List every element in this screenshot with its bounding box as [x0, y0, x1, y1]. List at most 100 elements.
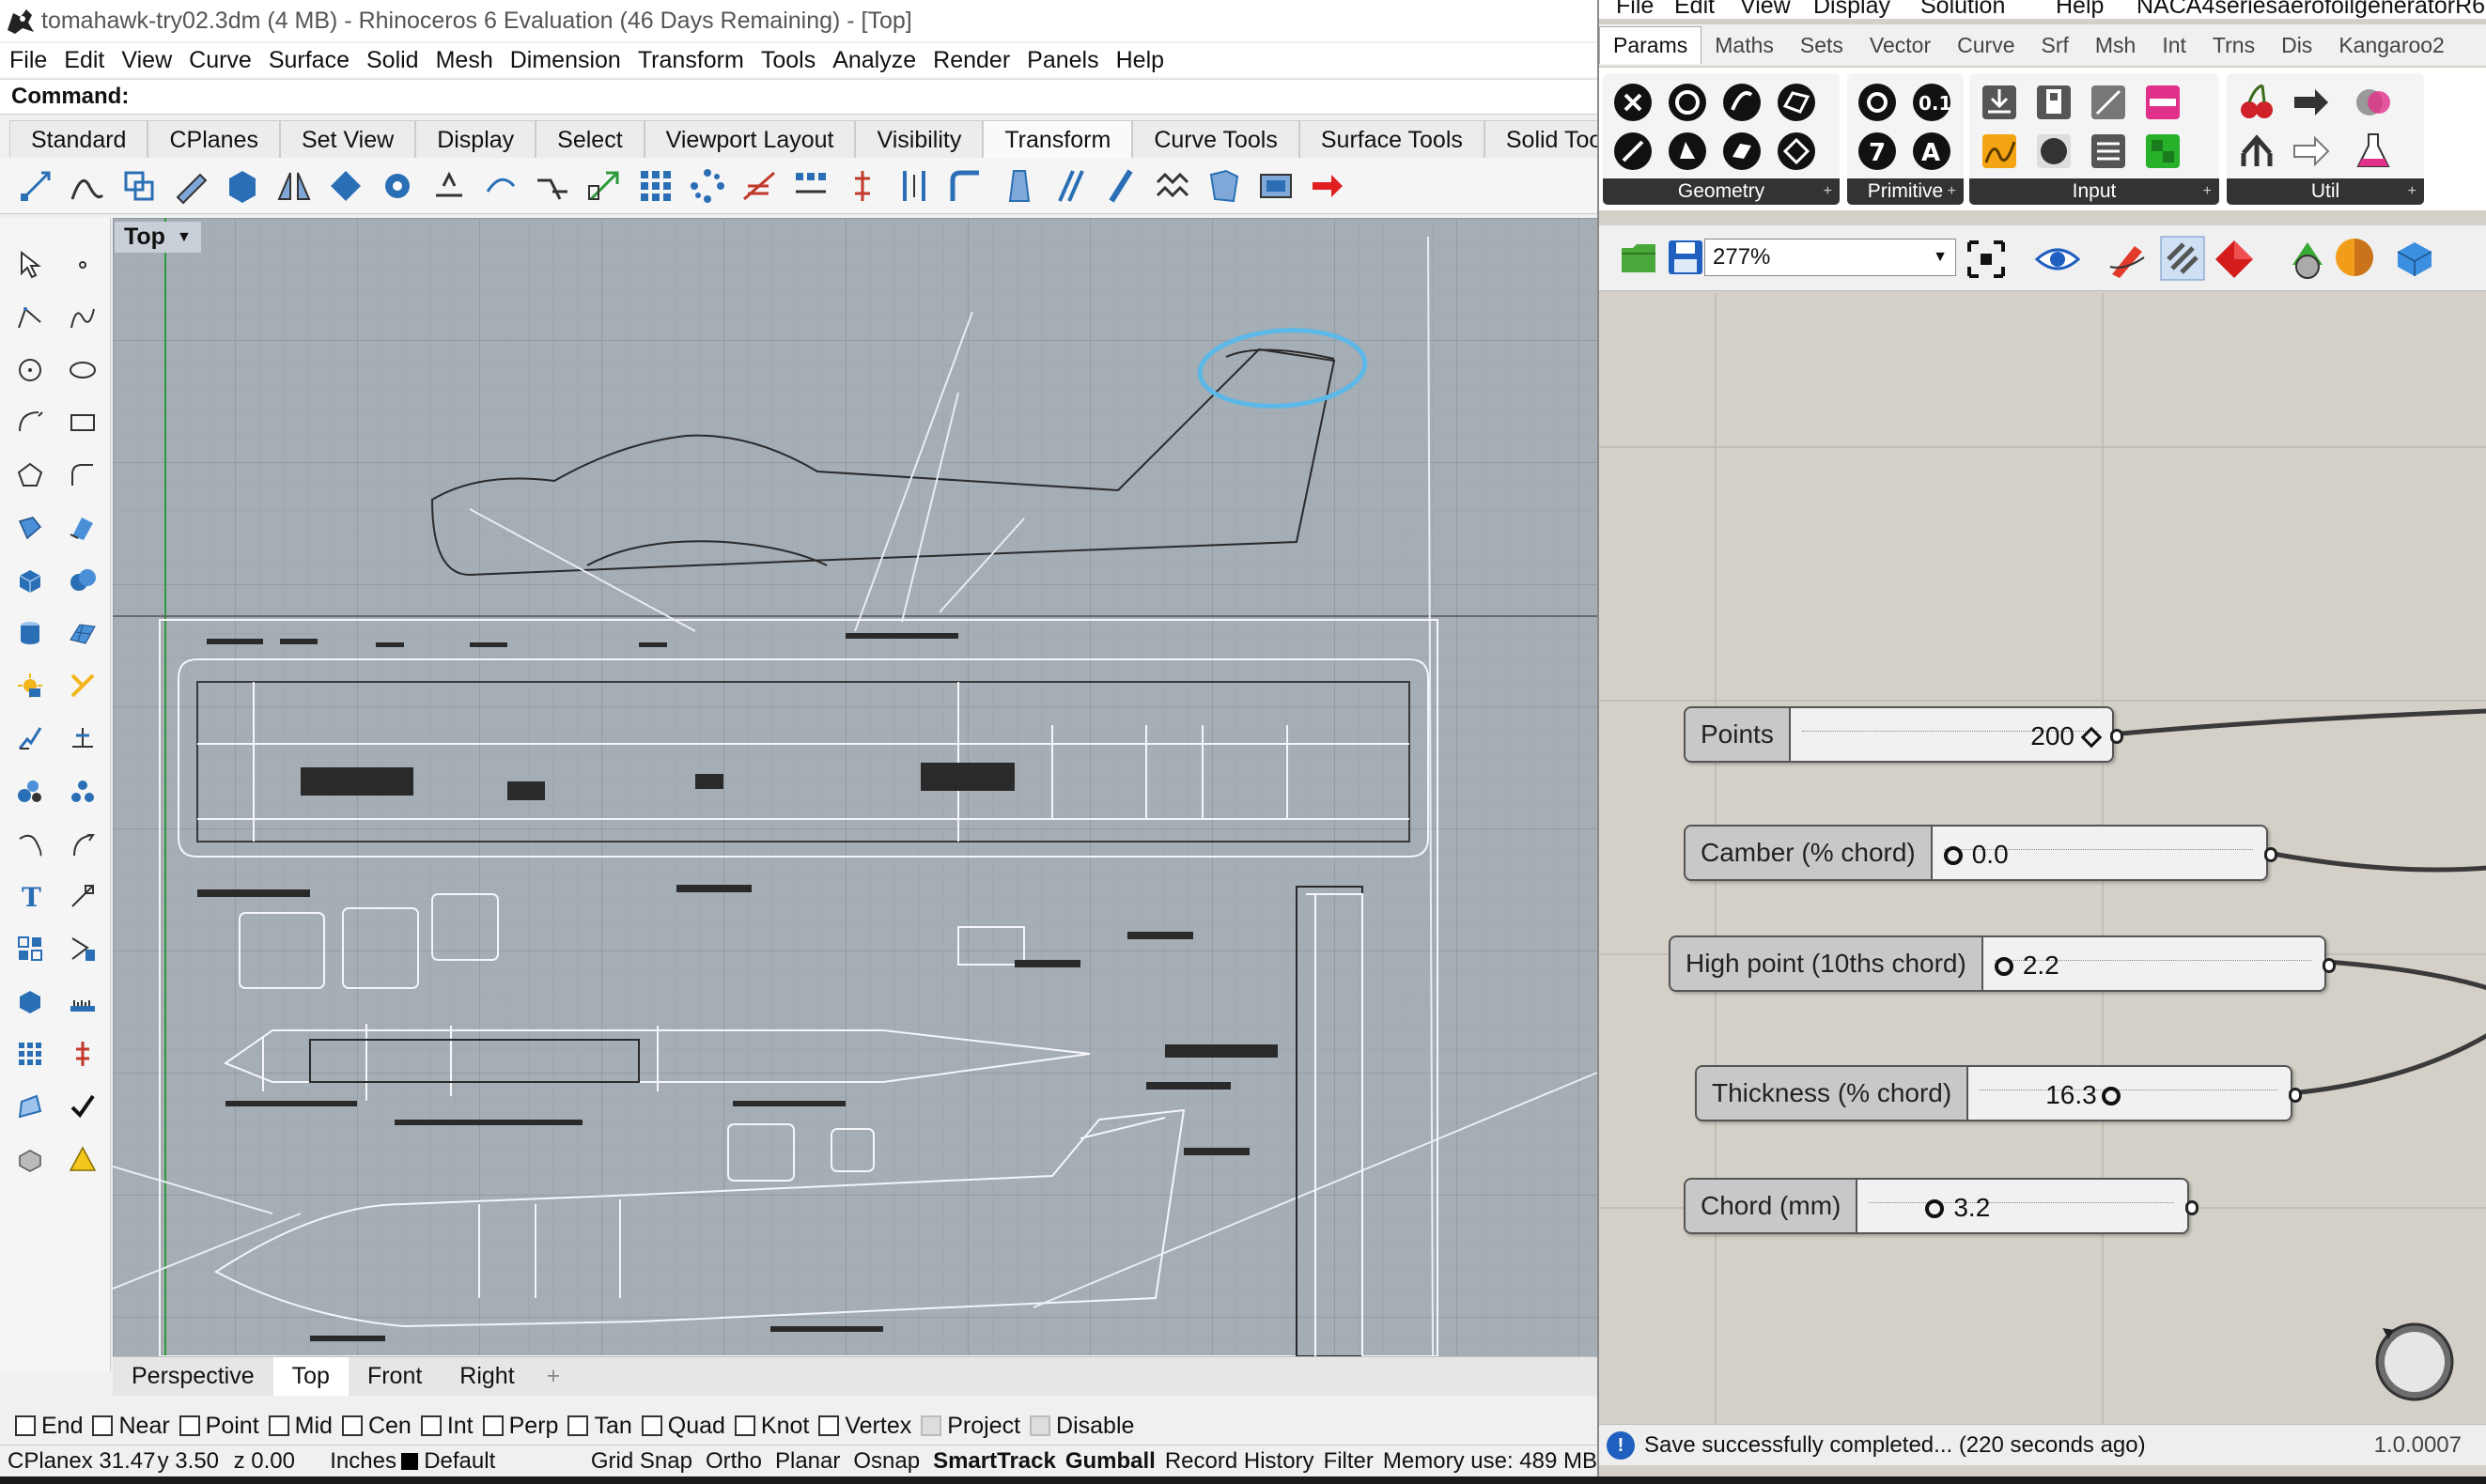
gh-menu-display[interactable]: Display	[1813, 0, 1890, 19]
render-light-icon[interactable]	[4, 659, 56, 712]
gh-menu-file[interactable]: File	[1616, 0, 1654, 19]
array-linear-icon[interactable]	[790, 165, 831, 207]
line-param-icon[interactable]	[1608, 128, 1657, 175]
gh-tab-sets[interactable]: Sets	[1787, 27, 1857, 64]
orient-tool-icon[interactable]	[325, 165, 366, 207]
status-gumball[interactable]: Gumball	[1065, 1448, 1156, 1475]
cylinder-icon[interactable]	[4, 607, 56, 659]
menu-analyze[interactable]: Analyze	[832, 47, 916, 74]
number-slider-icon[interactable]	[2084, 79, 2133, 126]
output-port[interactable]	[2289, 1088, 2302, 1103]
dimension-icon[interactable]	[4, 712, 56, 765]
checkbox[interactable]	[818, 1415, 840, 1436]
gh-menu-view[interactable]: View	[1740, 0, 1791, 19]
osnap-disable[interactable]: Disable	[1030, 1413, 1134, 1440]
add-viewport-icon[interactable]: +	[534, 1357, 574, 1396]
save-file-icon[interactable]	[1667, 239, 1704, 283]
expand-icon[interactable]: +	[2408, 178, 2416, 205]
output-port[interactable]	[2264, 847, 2277, 862]
menu-view[interactable]: View	[121, 47, 172, 74]
brep-param-icon[interactable]	[1717, 128, 1766, 175]
trim-icon[interactable]	[56, 712, 109, 765]
fillet-curve-icon[interactable]	[56, 449, 109, 502]
tab-surface-tools[interactable]: Surface Tools	[1298, 120, 1484, 158]
menu-mesh[interactable]: Mesh	[436, 47, 493, 74]
array-grid-icon[interactable]	[4, 1028, 56, 1080]
tab-standard[interactable]: Standard	[9, 120, 148, 158]
circle-param-icon[interactable]	[1663, 79, 1712, 126]
tab-cplanes[interactable]: CPlanes	[148, 120, 280, 158]
checkbox[interactable]	[179, 1415, 200, 1436]
menu-edit[interactable]: Edit	[64, 47, 104, 74]
checkbox[interactable]	[482, 1415, 504, 1436]
tab-visibility[interactable]: Visibility	[855, 120, 984, 158]
tab-set-view[interactable]: Set View	[279, 120, 416, 158]
viewport-tab-front[interactable]: Front	[349, 1357, 441, 1396]
set-pt-icon[interactable]	[842, 165, 883, 207]
slider-grip[interactable]	[1943, 846, 1963, 865]
chevron-down-icon[interactable]: ▼	[177, 229, 192, 246]
gh-menu-edit[interactable]: Edit	[1674, 0, 1715, 19]
osnap-int[interactable]: Int	[420, 1413, 474, 1440]
warning-icon[interactable]	[56, 1133, 109, 1185]
integer-param-icon[interactable]: 7	[1853, 128, 1902, 175]
colour-swatch-icon[interactable]	[2138, 128, 2187, 175]
gh-tab-maths[interactable]: Maths	[1701, 27, 1787, 64]
offset-curve-icon[interactable]	[56, 817, 109, 870]
status-units[interactable]: Inches	[330, 1448, 401, 1475]
gumball-icon[interactable]	[56, 659, 109, 712]
points-slider[interactable]: Points 200	[1684, 706, 2123, 763]
materials-icon[interactable]	[4, 1133, 56, 1185]
status-smarttrack[interactable]: SmartTrack	[933, 1448, 1056, 1475]
checkbox[interactable]	[92, 1415, 114, 1436]
osnap-cen[interactable]: Cen	[341, 1413, 412, 1440]
button-object-icon[interactable]	[2029, 128, 2078, 175]
cherry-picker-icon[interactable]	[2232, 79, 2281, 126]
ellipse-icon[interactable]	[56, 344, 109, 396]
menu-transform[interactable]: Transform	[638, 47, 744, 74]
sketch-pen-icon[interactable]	[2106, 239, 2148, 286]
status-osnap[interactable]: Osnap	[853, 1448, 920, 1475]
checkbox[interactable]	[268, 1415, 289, 1436]
stretch-tool-icon[interactable]	[1100, 165, 1142, 207]
preview-shaded-icon[interactable]	[2214, 239, 2255, 286]
taper-tool-icon[interactable]	[1049, 165, 1090, 207]
circle-icon[interactable]	[4, 344, 56, 396]
osnap-point[interactable]: Point	[179, 1413, 259, 1440]
scale-tool-icon[interactable]	[170, 165, 211, 207]
mesh-param-icon[interactable]	[1663, 128, 1712, 175]
project-tool-icon[interactable]	[428, 165, 470, 207]
tab-viewport-layout[interactable]: Viewport Layout	[644, 120, 856, 158]
check-icon[interactable]	[56, 1080, 109, 1133]
command-line[interactable]: Command:	[0, 79, 1597, 115]
boolean-toggle-icon[interactable]	[2029, 79, 2078, 126]
menu-solid[interactable]: Solid	[366, 47, 419, 74]
tab-curve-tools[interactable]: Curve Tools	[1132, 120, 1299, 158]
status-record-history[interactable]: Record History	[1165, 1448, 1314, 1475]
gh-tab-curve[interactable]: Curve	[1944, 27, 2028, 64]
slider-track[interactable]: 200	[1790, 708, 2112, 761]
checkbox[interactable]	[1030, 1415, 1051, 1436]
boolean-param-icon[interactable]	[1853, 79, 1902, 126]
box-solid-icon[interactable]	[4, 554, 56, 607]
slider-grip[interactable]	[1994, 957, 2013, 976]
output-port[interactable]	[2110, 729, 2123, 744]
gh-tab-msh[interactable]: Msh	[2082, 27, 2149, 64]
align-tool-icon[interactable]	[583, 165, 625, 207]
selected-only-icon[interactable]	[2287, 237, 2328, 286]
flask-icon[interactable]	[2349, 128, 2398, 175]
zoom-extents-icon[interactable]	[1965, 239, 2007, 286]
osnap-knot[interactable]: Knot	[734, 1413, 809, 1440]
gh-tab-trns[interactable]: Trns	[2199, 27, 2268, 64]
viewport-tab-top[interactable]: Top	[272, 1357, 349, 1396]
osnap-near[interactable]: Near	[92, 1413, 170, 1440]
checkbox[interactable]	[420, 1415, 442, 1436]
slider-track[interactable]: 2.2	[1982, 937, 2324, 990]
status-ortho[interactable]: Ortho	[706, 1448, 762, 1475]
top-viewport[interactable]: Top ▼	[113, 218, 1597, 1356]
data-dam-icon[interactable]	[2232, 128, 2281, 175]
osnap-vertex[interactable]: Vertex	[818, 1413, 911, 1440]
curve-param-icon[interactable]	[1717, 79, 1766, 126]
thickness-slider[interactable]: Thickness (% chord) 16.3	[1695, 1065, 2302, 1121]
point-icon[interactable]	[56, 239, 109, 291]
